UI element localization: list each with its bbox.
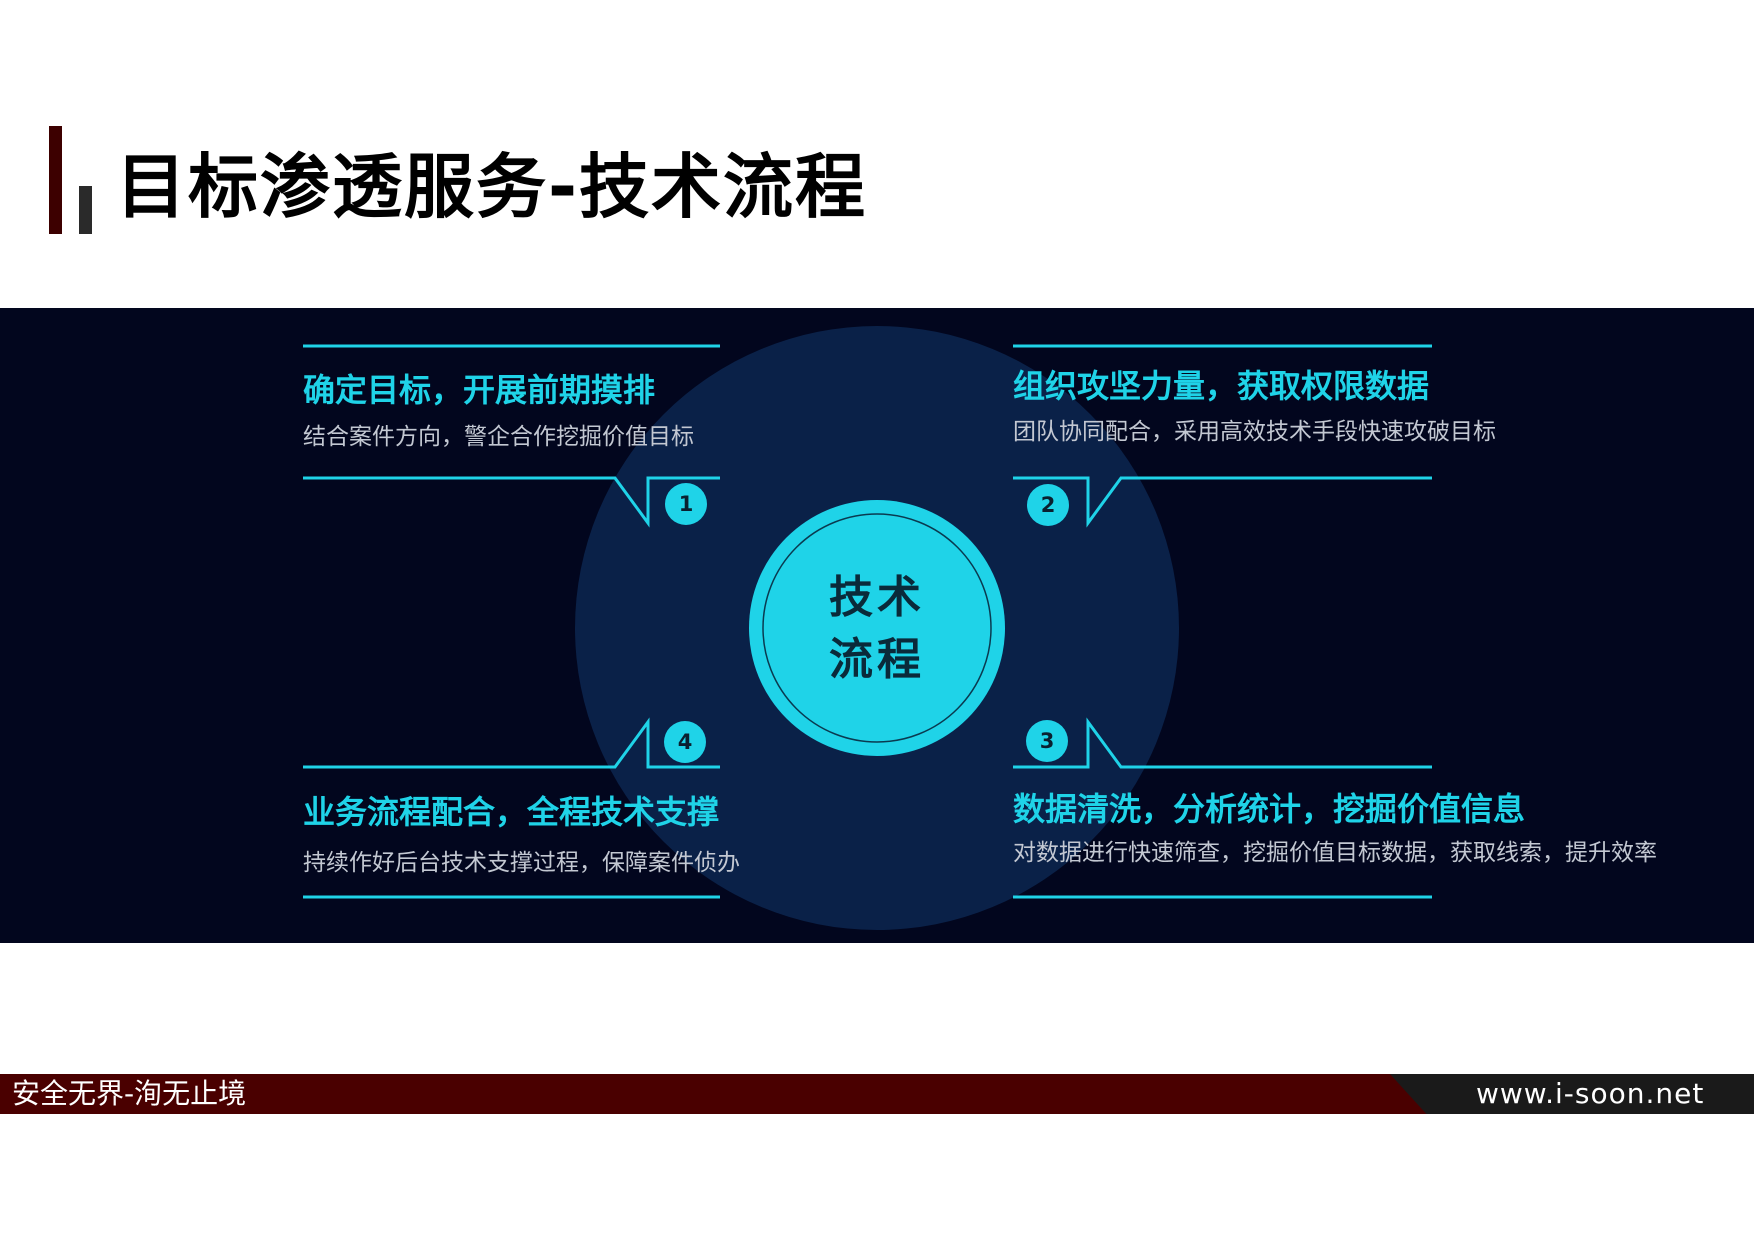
footer-slogan: 安全无界-洵无止境 [12, 1077, 247, 1110]
title-accent-bar-tall [49, 126, 62, 234]
step-2-description: 团队协同配合，采用高效技术手段快速攻破目标 [1013, 419, 1496, 445]
page-title: 目标渗透服务-技术流程 [116, 146, 868, 228]
process-diagram-panel: 技术 流程 1 2 3 4 确定目标，开展前期摸排 结合案件方向，警企合作挖掘价… [0, 308, 1754, 943]
center-label-line-1: 技术 [829, 572, 925, 623]
footer-website-link[interactable]: www.i-soon.net [1476, 1080, 1704, 1108]
center-circle [749, 500, 1005, 756]
step-3-number-badge: 3 [1026, 720, 1068, 762]
step-4-description: 持续作好后台技术支撑过程，保障案件侦办 [303, 850, 740, 876]
step-1-number-badge: 1 [665, 483, 707, 525]
step-2-number-badge: 2 [1027, 484, 1069, 526]
step-4-number-badge: 4 [664, 721, 706, 763]
title-accent-bar-short [79, 186, 92, 234]
step-3-heading: 数据清洗，分析统计，挖掘价值信息 [1013, 790, 1526, 828]
step-1-heading: 确定目标，开展前期摸排 [303, 371, 656, 409]
step-4-heading: 业务流程配合，全程技术支撑 [303, 793, 720, 831]
step-2-heading: 组织攻坚力量，获取权限数据 [1013, 367, 1430, 405]
center-label-line-2: 流程 [829, 634, 925, 685]
step-3-description: 对数据进行快速筛查，挖掘价值目标数据，获取线索，提升效率 [1013, 840, 1657, 866]
step-1-description: 结合案件方向，警企合作挖掘价值目标 [303, 424, 694, 450]
